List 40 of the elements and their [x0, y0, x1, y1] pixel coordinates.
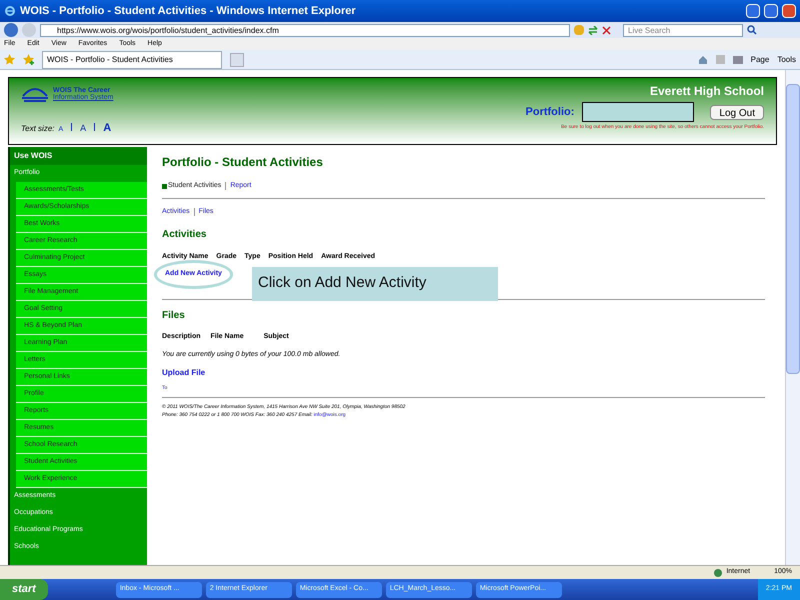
- portfolio-label: Portfolio:: [526, 104, 574, 120]
- upload-file-link[interactable]: Upload File: [162, 366, 765, 378]
- bullet-icon: [162, 184, 167, 189]
- new-tab-button[interactable]: [230, 52, 244, 66]
- feeds-icon[interactable]: [716, 55, 725, 64]
- browser-icon: [4, 5, 16, 17]
- scroll-thumb[interactable]: [786, 84, 800, 374]
- callout: Click on Add New Activity: [252, 266, 498, 300]
- command-button[interactable]: Tools: [777, 54, 796, 66]
- lock-icon: [574, 25, 584, 35]
- start-button[interactable]: start: [0, 579, 48, 600]
- stop-icon[interactable]: [602, 26, 611, 34]
- search-field[interactable]: Live Search: [623, 24, 743, 36]
- add-star-icon[interactable]: [23, 54, 34, 65]
- scrollbar[interactable]: [785, 70, 800, 565]
- page-title: Portfolio - Student Activities: [162, 154, 324, 171]
- search-icon[interactable]: [747, 25, 757, 35]
- portfolio-field[interactable]: [582, 102, 694, 122]
- address-field[interactable]: https://www.wois.org/wois/portfolio/student_activities/index.cfm: [40, 24, 570, 36]
- browser-tab[interactable]: WOIS - Portfolio - Student Activities: [42, 50, 222, 68]
- logout-button[interactable]: Log Out: [710, 104, 764, 120]
- globe-icon: [714, 568, 722, 576]
- text-size-label: Text size:: [21, 122, 54, 134]
- school-name: Everett High School: [650, 83, 764, 100]
- refresh-icon[interactable]: [588, 26, 598, 34]
- logo-icon: [21, 86, 49, 102]
- sidebar-title: Use WOIS: [10, 147, 147, 165]
- window-title: WOIS - Portfolio - Student Activities - Windows Internet Explorer: [20, 4, 357, 19]
- minimize-button[interactable]: [746, 4, 760, 18]
- section-heading: Files: [162, 308, 186, 322]
- maximize-button[interactable]: [764, 4, 778, 18]
- command-button[interactable]: Page: [750, 54, 770, 66]
- back-button[interactable]: [4, 23, 18, 37]
- print-icon[interactable]: [732, 56, 743, 64]
- star-icon[interactable]: [4, 54, 15, 65]
- close-button[interactable]: [782, 4, 796, 18]
- home-icon[interactable]: [698, 54, 708, 64]
- text-size-link[interactable]: A: [80, 122, 86, 135]
- text-size-link[interactable]: A: [103, 120, 112, 136]
- section-heading: Activities: [162, 228, 208, 242]
